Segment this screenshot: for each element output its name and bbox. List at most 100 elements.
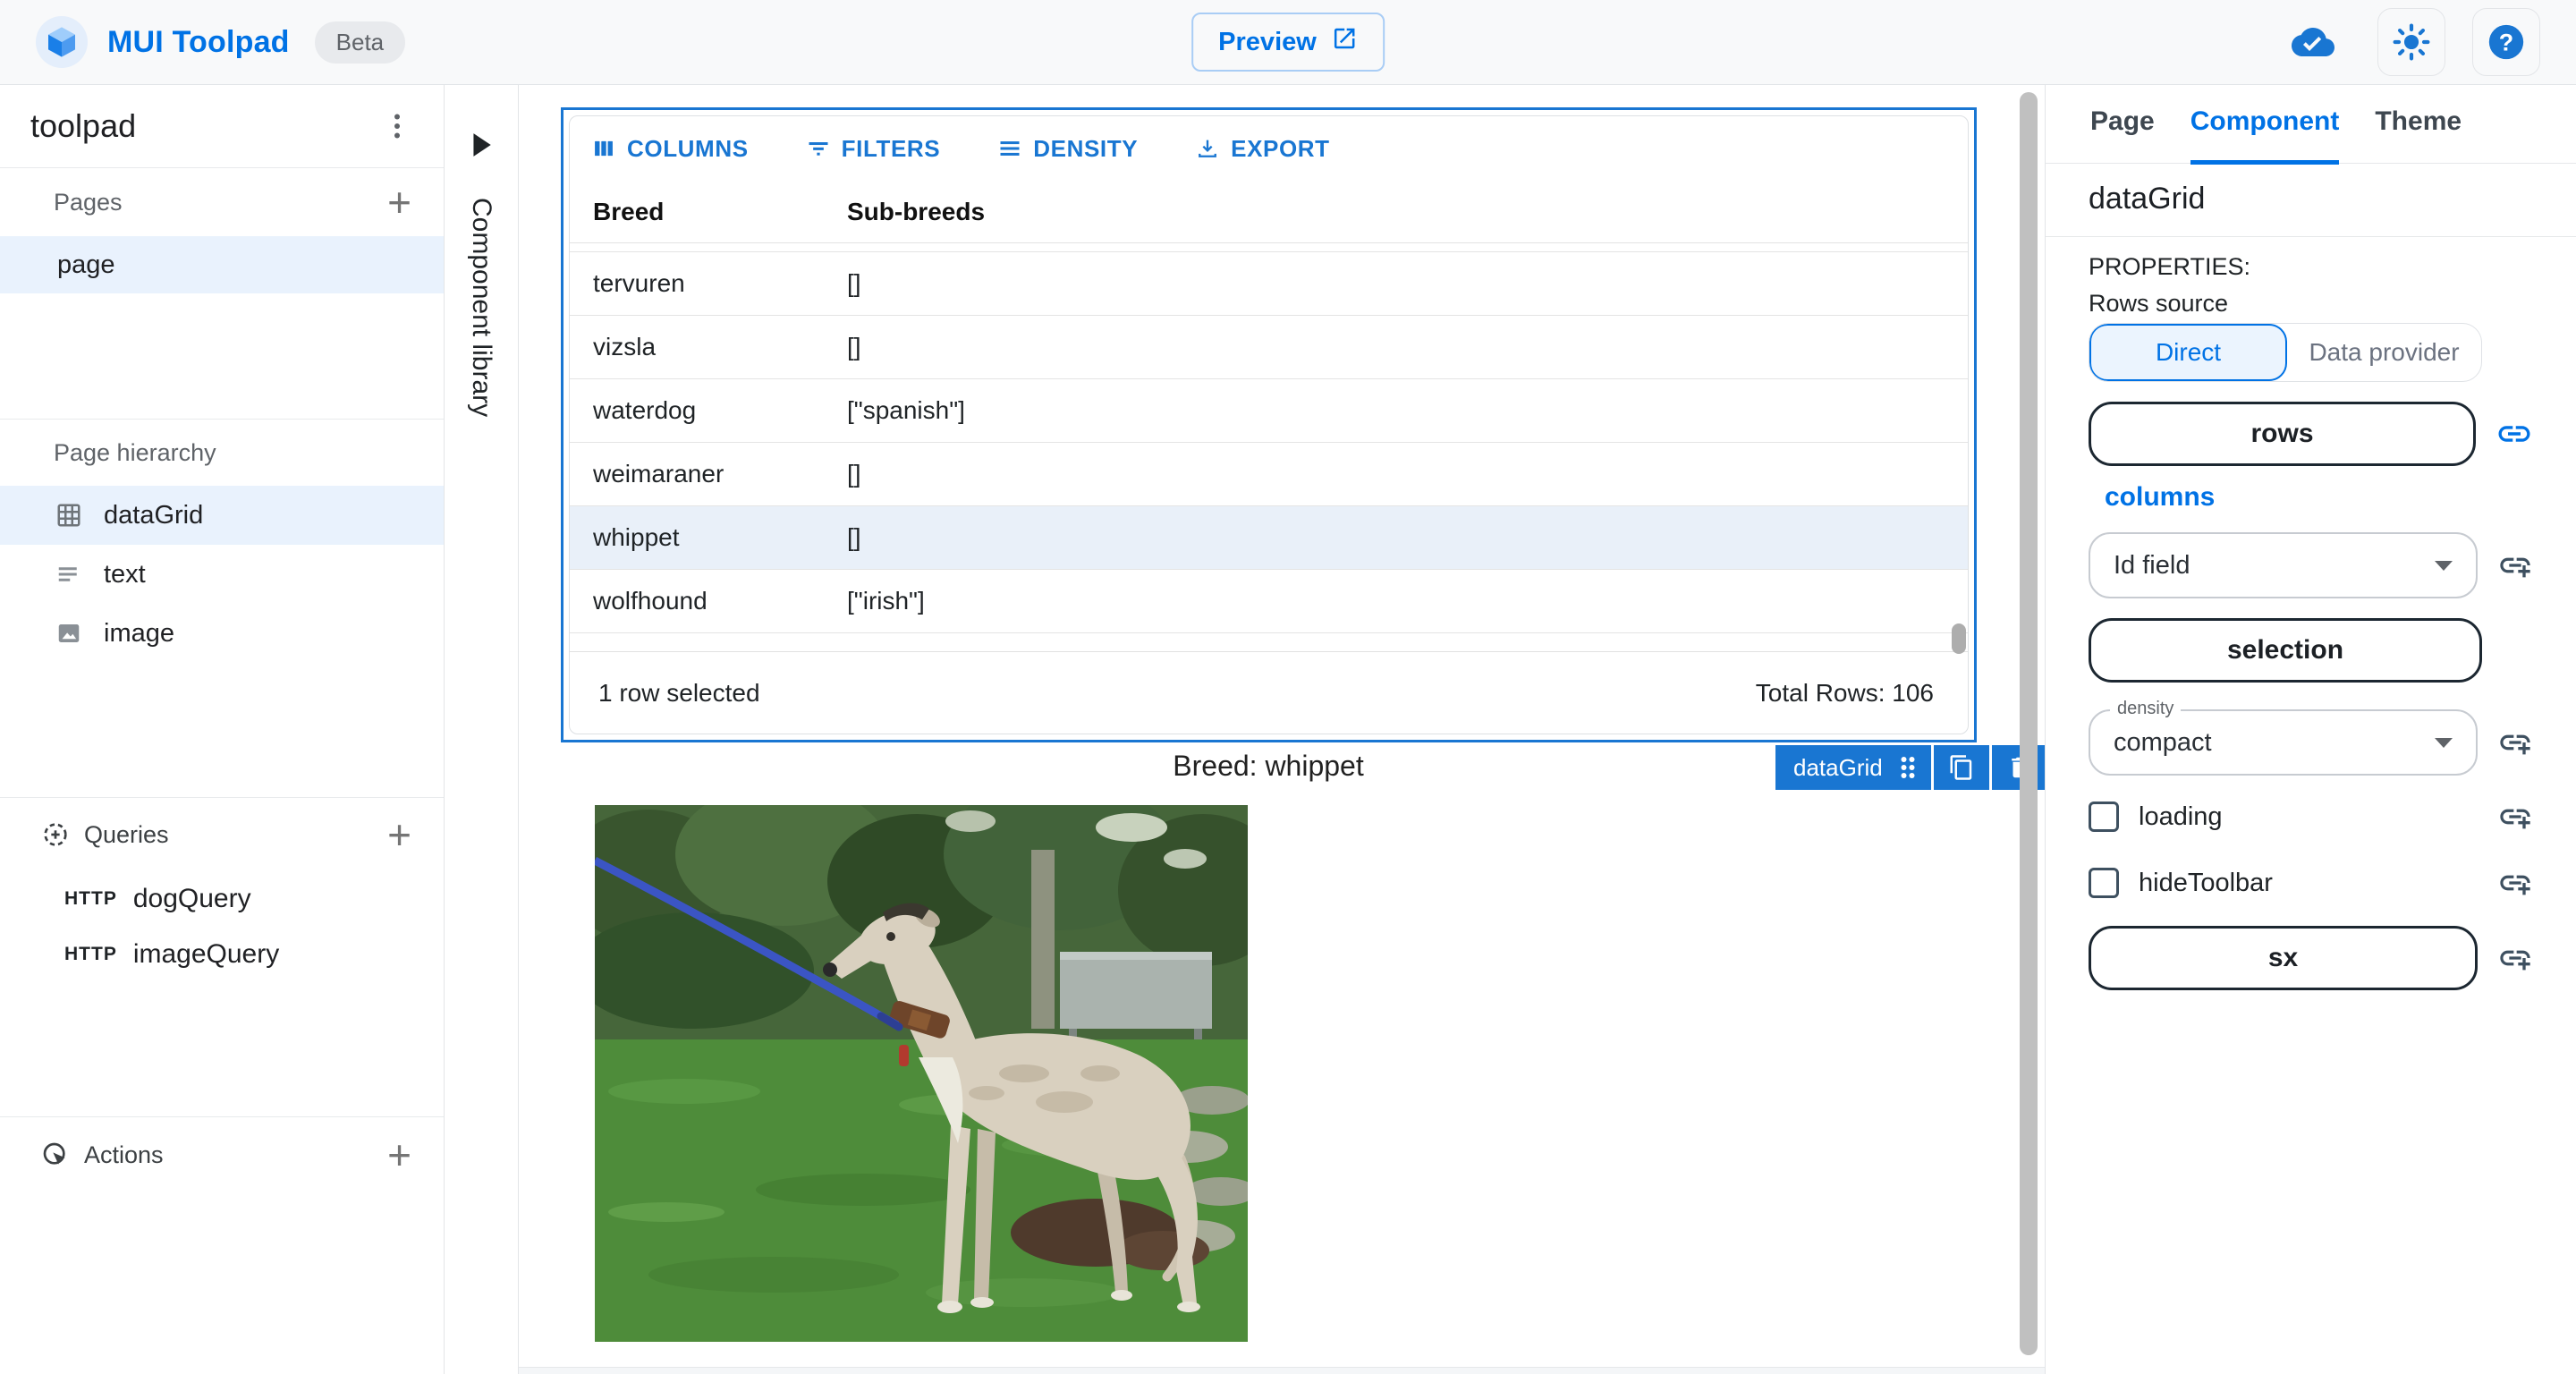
sx-binding-button[interactable] <box>2497 940 2533 976</box>
add-action-button[interactable]: + <box>387 1134 411 1175</box>
density-value: compact <box>2114 728 2212 758</box>
component-library-panel[interactable]: Component library <box>445 85 519 1374</box>
rows-source-direct[interactable]: Direct <box>2089 324 2287 381</box>
hierarchy-item-text[interactable]: text <box>0 545 444 604</box>
grid-icon <box>55 502 82 529</box>
rows-binding-button[interactable] <box>2496 415 2533 453</box>
preview-button[interactable]: Preview <box>1191 13 1385 72</box>
expand-arrow-icon[interactable] <box>470 131 493 158</box>
open-in-new-icon <box>1331 25 1358 59</box>
id-field-value: Id field <box>2114 551 2190 581</box>
density-icon <box>997 136 1022 161</box>
id-field-select[interactable]: Id field <box>2089 532 2478 598</box>
cloud-done-icon <box>2292 21 2334 64</box>
tab-component[interactable]: Component <box>2190 106 2340 165</box>
breed-caption-text: Breed: whippet <box>519 750 2018 783</box>
canvas-scrollbar[interactable] <box>2012 85 2045 1374</box>
hidetoolbar-binding-button[interactable] <box>2497 865 2533 901</box>
help-button[interactable]: ? <box>2472 8 2540 76</box>
table-row-partial <box>570 243 1968 252</box>
canvas-scrollbar-thumb[interactable] <box>2020 92 2038 1355</box>
http-tag: HTTP <box>64 888 117 910</box>
hierarchy-item-image[interactable]: image <box>0 604 444 663</box>
chevron-down-icon <box>2435 738 2453 748</box>
dog-photo <box>595 805 1248 1342</box>
component-library-label: Component library <box>466 198 496 417</box>
loading-label: loading <box>2139 802 2223 832</box>
table-row[interactable]: waterdog ["spanish"] <box>570 379 1968 443</box>
export-button-label: EXPORT <box>1231 135 1330 163</box>
rows-source-data-provider[interactable]: Data provider <box>2287 324 2481 381</box>
actions-icon <box>41 1141 70 1169</box>
datagrid-component[interactable]: COLUMNS FILTERS <box>561 107 1977 742</box>
cell-breed: vizsla <box>570 333 847 361</box>
add-query-button[interactable]: + <box>387 814 411 855</box>
loading-binding-button[interactable] <box>2497 799 2533 835</box>
query-item-imagequery[interactable]: HTTP imageQuery <box>0 927 444 982</box>
id-field-binding-button[interactable] <box>2497 547 2533 583</box>
page-canvas: COLUMNS FILTERS <box>519 85 2018 1374</box>
add-link-icon <box>2497 940 2533 976</box>
table-row-selected[interactable]: whippet [] <box>570 506 1968 570</box>
cell-subbreeds: ["irish"] <box>847 587 1968 615</box>
datagrid-toolbar: COLUMNS FILTERS <box>570 116 1968 181</box>
cell-breed: tervuren <box>570 269 847 298</box>
cell-breed: wolfhound <box>570 587 847 615</box>
table-row[interactable]: tervuren [] <box>570 252 1968 316</box>
app-header: MUI Toolpad Beta Preview <box>0 0 2576 85</box>
datagrid-footer: 1 row selected Total Rows: 106 <box>570 651 1968 734</box>
columns-property-link[interactable]: columns <box>2105 482 2533 513</box>
hidetoolbar-checkbox[interactable] <box>2089 868 2119 898</box>
filters-button[interactable]: FILTERS <box>797 128 950 170</box>
tab-theme[interactable]: Theme <box>2375 106 2462 160</box>
datagrid-column-headers: Breed Sub-breeds <box>570 181 1968 243</box>
download-icon <box>1195 136 1220 161</box>
component-name-heading: dataGrid <box>2089 182 2533 216</box>
datagrid-scrollbar-thumb[interactable] <box>1952 623 1966 654</box>
pages-label: Pages <box>54 189 123 216</box>
tab-page[interactable]: Page <box>2090 106 2155 160</box>
export-button[interactable]: EXPORT <box>1186 128 1339 170</box>
datagrid-rows: tervuren [] vizsla [] waterdog ["spanish… <box>570 243 1968 651</box>
cell-subbreeds: [] <box>847 269 1968 298</box>
table-row[interactable]: wolfhound ["irish"] <box>570 570 1968 633</box>
project-menu-kebab-icon[interactable] <box>381 110 413 142</box>
inspector-tabs: Page Component Theme <box>2046 85 2576 164</box>
link-icon <box>2496 415 2533 453</box>
sync-status-button[interactable] <box>2275 8 2351 76</box>
divider <box>2046 236 2576 237</box>
total-rows: Total Rows: 106 <box>1756 679 1934 708</box>
theme-toggle-button[interactable] <box>2377 8 2445 76</box>
cell-breed: whippet <box>570 523 847 552</box>
query-item-dogquery[interactable]: HTTP dogQuery <box>0 871 444 927</box>
sx-property-button[interactable]: sx <box>2089 926 2478 990</box>
view-columns-icon <box>591 136 616 161</box>
svg-text:?: ? <box>2499 30 2513 56</box>
hierarchy-item-label: dataGrid <box>104 501 203 530</box>
http-tag: HTTP <box>64 944 117 965</box>
chevron-down-icon <box>2435 561 2453 571</box>
hierarchy-item-label: text <box>104 560 146 589</box>
brand: MUI Toolpad Beta <box>36 16 405 68</box>
image-icon <box>55 620 82 647</box>
hierarchy-item-datagrid[interactable]: dataGrid <box>0 486 444 545</box>
table-row[interactable]: vizsla [] <box>570 316 1968 379</box>
selection-property-button[interactable]: selection <box>2089 618 2482 683</box>
density-button[interactable]: DENSITY <box>988 128 1147 170</box>
columns-button[interactable]: COLUMNS <box>582 128 758 170</box>
density-select[interactable]: density compact <box>2089 709 2478 776</box>
rows-property-button[interactable]: rows <box>2089 402 2476 466</box>
column-header-breed[interactable]: Breed <box>570 198 847 226</box>
selection-status: 1 row selected <box>598 679 760 708</box>
preview-button-label: Preview <box>1218 28 1317 57</box>
cell-subbreeds: ["spanish"] <box>847 396 1968 425</box>
add-page-button[interactable]: + <box>387 182 411 223</box>
rows-source-label: Rows source <box>2089 290 2533 318</box>
loading-checkbox[interactable] <box>2089 802 2119 832</box>
page-item[interactable]: page <box>0 236 444 293</box>
density-binding-button[interactable] <box>2497 725 2533 760</box>
mui-logo-icon <box>36 16 88 68</box>
column-header-subbreeds[interactable]: Sub-breeds <box>847 198 1968 226</box>
table-row[interactable]: weimaraner [] <box>570 443 1968 506</box>
add-link-icon <box>2497 547 2533 583</box>
